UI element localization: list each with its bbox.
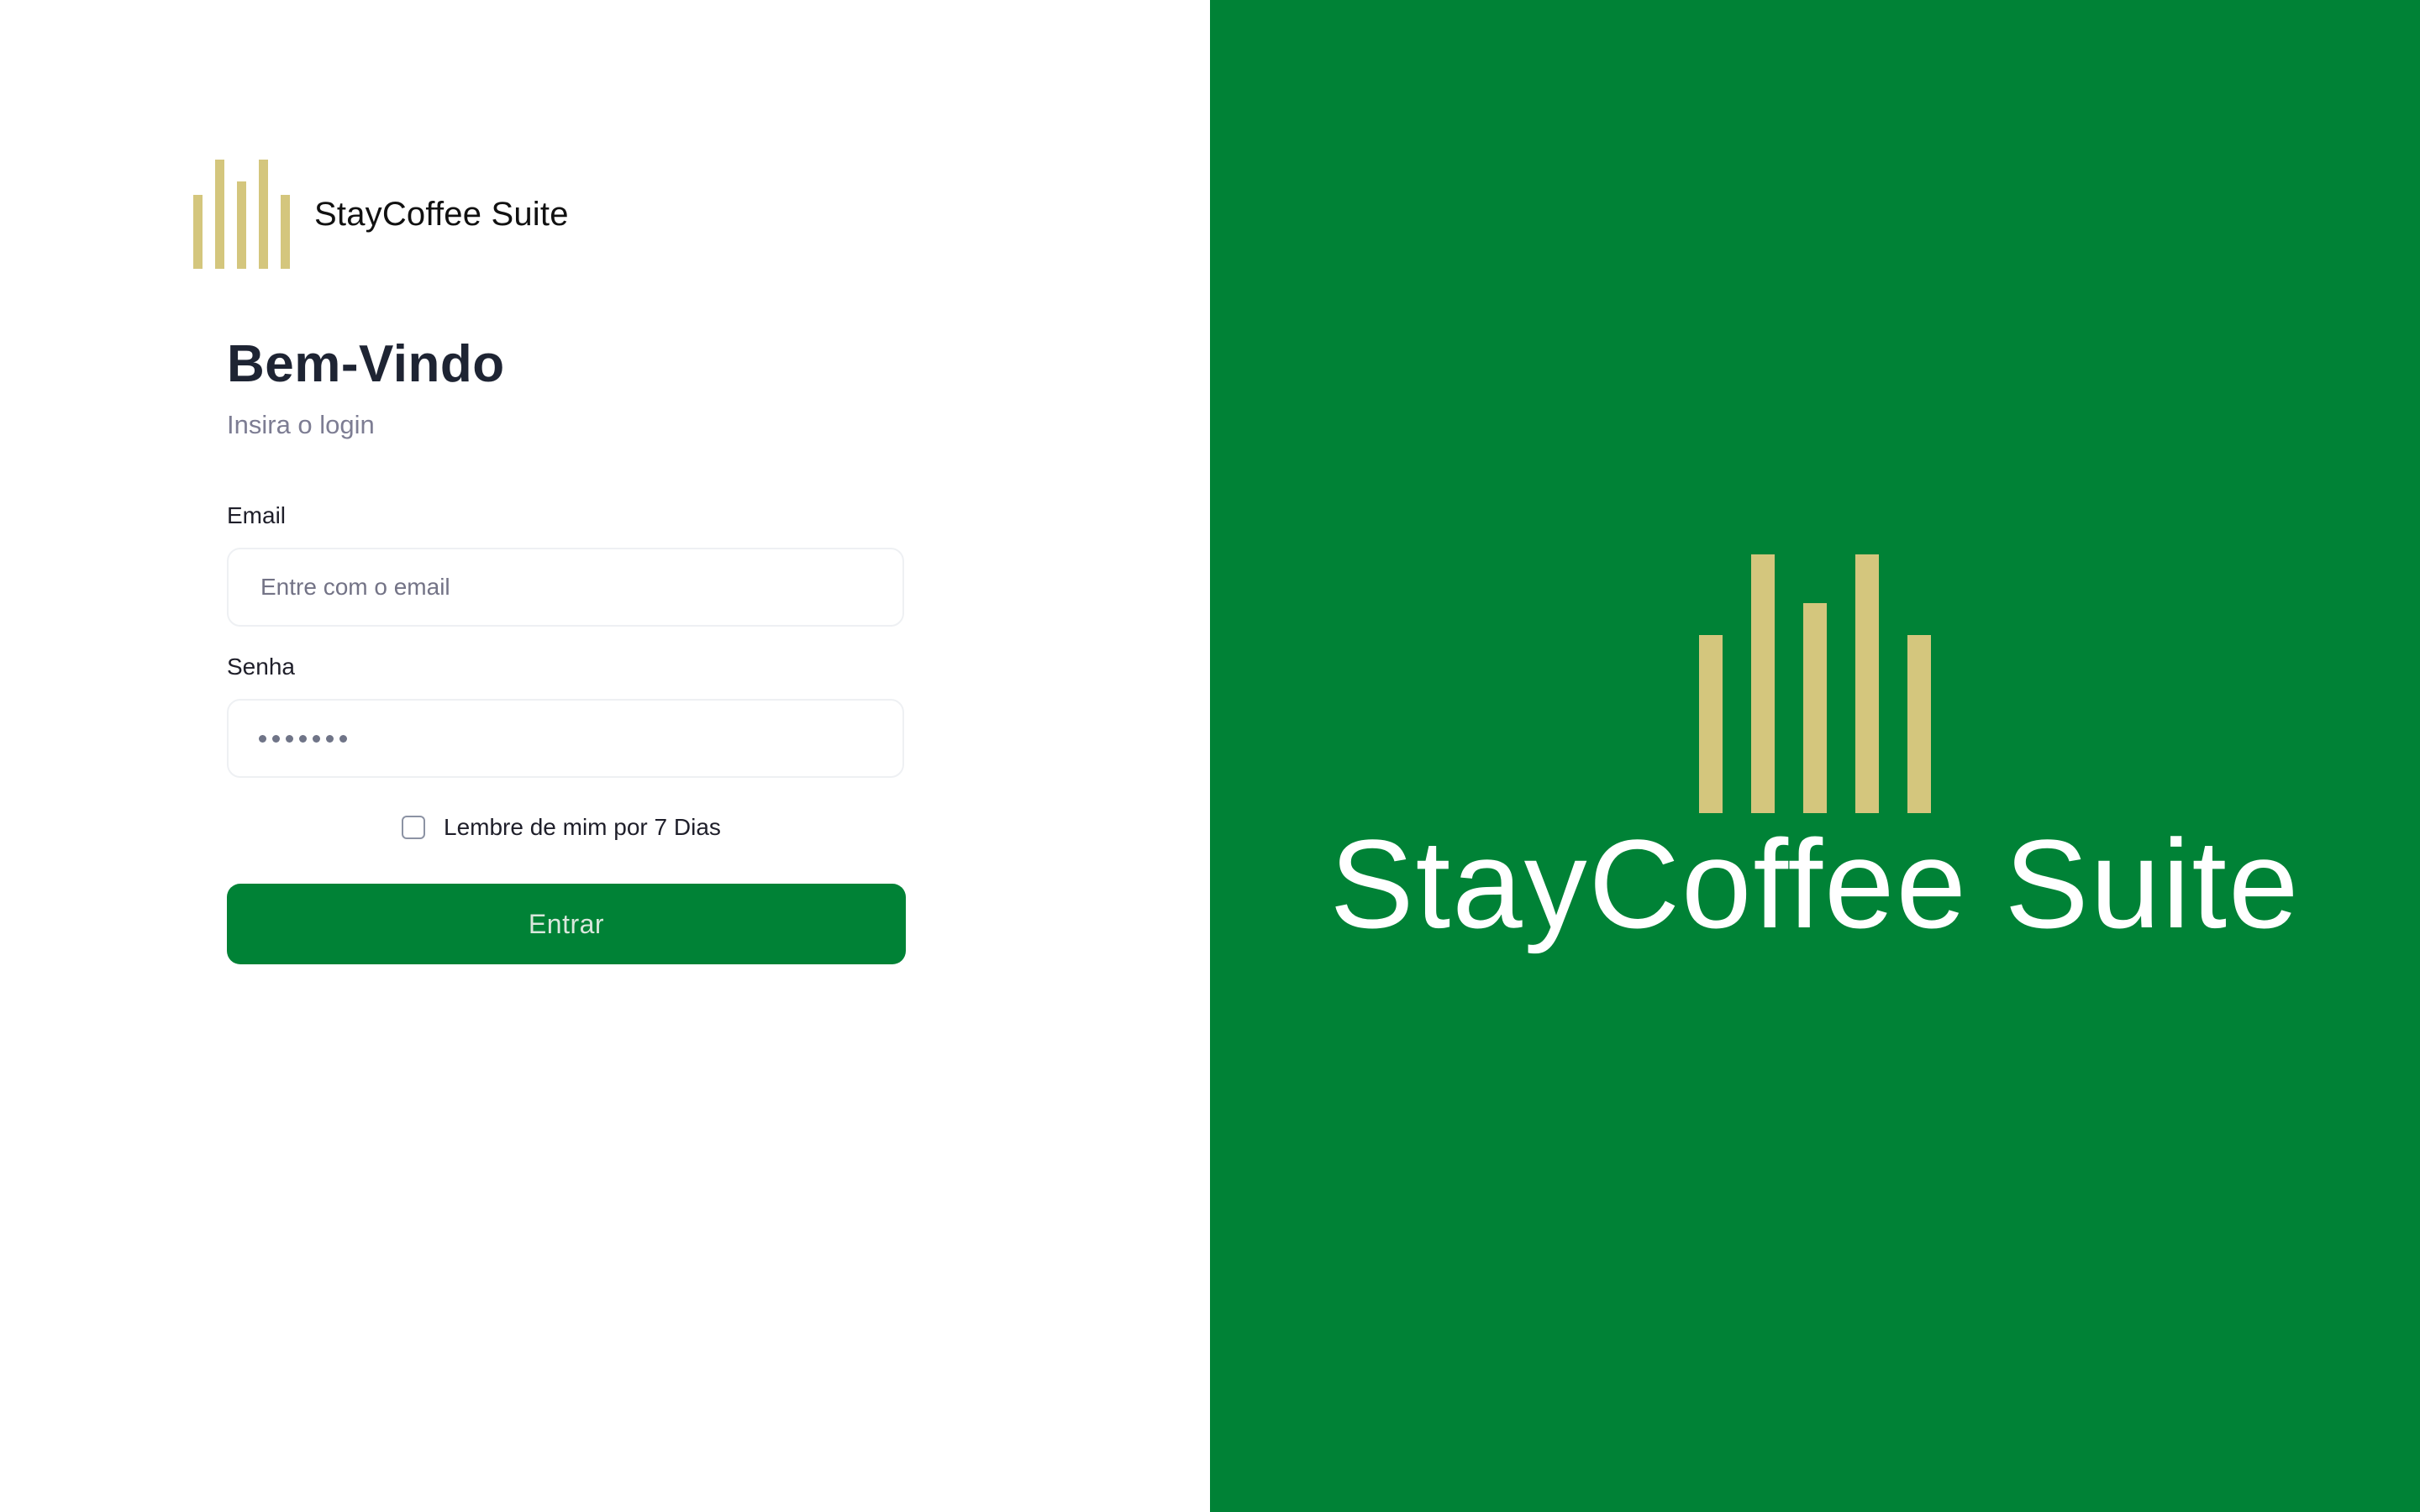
page-title: Bem-Vindo <box>227 335 505 393</box>
bars-logo-icon <box>1699 554 1931 813</box>
password-dot <box>286 734 293 743</box>
remember-label: Lembre de mim por 7 Dias <box>444 814 721 840</box>
password-dot <box>299 734 307 743</box>
bars-logo-icon <box>193 160 291 269</box>
brand-header: StayCoffee Suite <box>193 160 569 269</box>
email-label: Email <box>227 502 287 528</box>
password-dot <box>259 734 266 743</box>
password-dot <box>313 734 320 743</box>
login-page: StayCoffee Suite Bem-Vindo Insira o logi… <box>0 0 2420 1512</box>
password-dot <box>326 734 334 743</box>
hero-panel: StayCoffee Suite <box>1210 0 2420 1512</box>
password-dot <box>339 734 347 743</box>
login-button[interactable]: Entrar <box>227 884 906 964</box>
brand-name: StayCoffee Suite <box>314 195 569 233</box>
remember-checkbox[interactable] <box>402 816 425 839</box>
password-label: Senha <box>227 654 295 680</box>
remember-me[interactable]: Lembre de mim por 7 Dias <box>402 813 721 842</box>
password-mask <box>259 726 347 751</box>
login-panel: StayCoffee Suite Bem-Vindo Insira o logi… <box>0 0 1210 1512</box>
page-subtitle: Insira o login <box>227 410 375 439</box>
hero-brand-name: StayCoffee Suite <box>1329 813 2301 954</box>
password-dot <box>272 734 280 743</box>
email-field[interactable] <box>227 548 904 627</box>
